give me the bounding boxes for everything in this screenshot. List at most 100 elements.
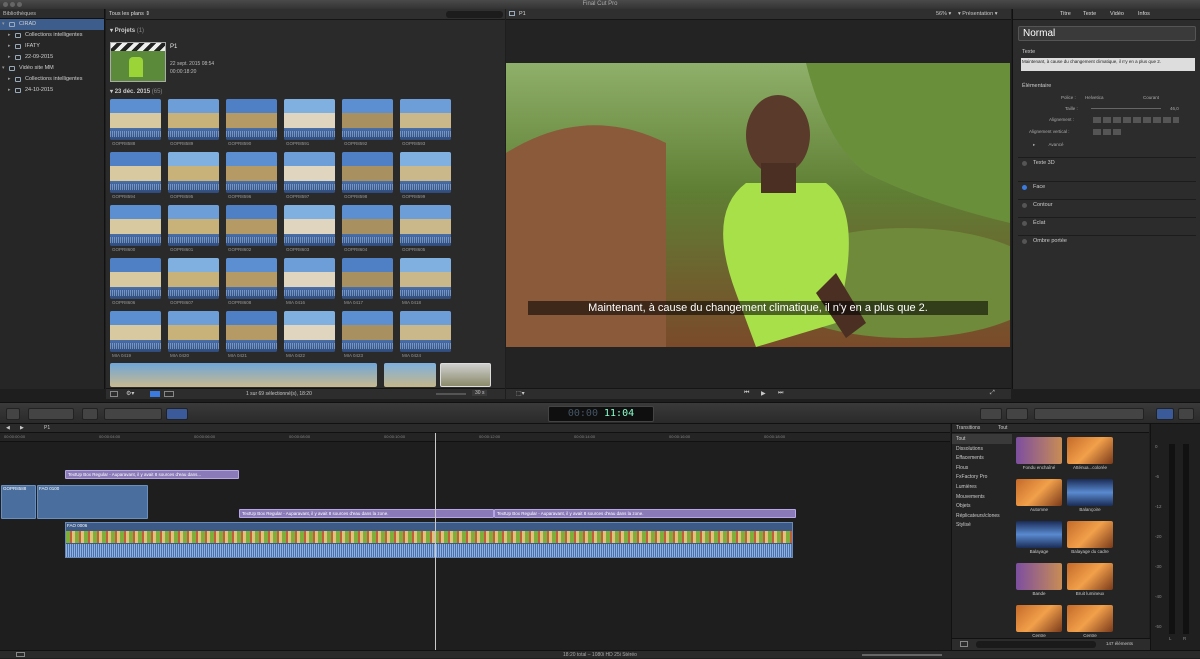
- transition-thumbnail[interactable]: [1016, 479, 1062, 506]
- inspector-toggle-icon[interactable]: [1156, 408, 1174, 420]
- video-frame[interactable]: Maintenant, à cause du changement climat…: [506, 63, 1010, 347]
- transition-thumbnail[interactable]: [1016, 563, 1062, 590]
- transition-category[interactable]: FxFactory Pro: [952, 472, 1012, 482]
- clip-thumbnail[interactable]: [342, 311, 393, 352]
- library-item[interactable]: ▸ IFATY: [0, 41, 104, 52]
- clip-thumbnail[interactable]: [226, 205, 277, 246]
- project-thumbnail[interactable]: [110, 42, 166, 82]
- face-enabled-icon[interactable]: [1022, 185, 1027, 190]
- text-preset-popup[interactable]: Normal: [1018, 26, 1196, 41]
- media-browsers-buttons[interactable]: [1034, 408, 1144, 420]
- transitions-filter[interactable]: Tout: [998, 424, 1007, 433]
- connected-clip[interactable]: FAO 0100: [37, 485, 148, 519]
- project-name[interactable]: P1: [170, 44, 177, 50]
- clip-thumbnail[interactable]: [342, 99, 393, 140]
- transition-thumbnail[interactable]: [1067, 563, 1113, 590]
- transition-thumbnail[interactable]: [1067, 437, 1113, 464]
- basic-section-header[interactable]: Élémentaire: [1022, 83, 1051, 89]
- section-face[interactable]: Face: [1018, 181, 1196, 192]
- disclosure-triangle-icon[interactable]: ▾: [2, 63, 5, 74]
- clip-thumbnail[interactable]: [168, 311, 219, 352]
- transition-category[interactable]: Lumières: [952, 482, 1012, 492]
- section-text-3d[interactable]: Texte 3D: [1018, 157, 1196, 168]
- section-drop-shadow[interactable]: Ombre portée: [1018, 235, 1196, 246]
- play-icon[interactable]: ▶: [761, 390, 766, 397]
- section-outline[interactable]: Contour: [1018, 199, 1196, 210]
- advanced-disclosure[interactable]: ▸ Avancé: [1033, 142, 1063, 148]
- clip-thumbnail[interactable]: [110, 152, 161, 193]
- clip-size-slider[interactable]: [436, 393, 466, 395]
- previous-edit-icon[interactable]: ⏮: [744, 390, 749, 397]
- filmstrip-clip[interactable]: [384, 363, 436, 387]
- font-style-popup[interactable]: Courant: [1143, 95, 1159, 100]
- filmstrip-clip[interactable]: [110, 363, 377, 387]
- clip-thumbnail[interactable]: [226, 152, 277, 193]
- clip-thumbnail[interactable]: [400, 258, 451, 299]
- size-slider[interactable]: [1091, 108, 1161, 109]
- playhead[interactable]: [435, 433, 436, 650]
- connected-clip[interactable]: GOPR8588: [1, 485, 36, 519]
- viewer-presentation-popup[interactable]: ▾ Présentation ▾: [958, 11, 997, 17]
- effects-tool-icon[interactable]: [980, 408, 1002, 420]
- clip-thumbnail[interactable]: [400, 99, 451, 140]
- transition-thumbnail[interactable]: [1016, 521, 1062, 548]
- clip-thumbnail[interactable]: [110, 99, 161, 140]
- alignment-buttons[interactable]: [1093, 117, 1179, 123]
- transition-thumbnail[interactable]: [1016, 605, 1062, 632]
- timeline-index-icon[interactable]: [16, 652, 25, 657]
- gear-icon[interactable]: ⚙▾: [126, 390, 134, 397]
- library-item[interactable]: ▾ CIRAD: [0, 19, 104, 30]
- sidebar-toggle-icon[interactable]: [960, 641, 968, 647]
- clip-thumbnail[interactable]: [342, 152, 393, 193]
- clip-thumbnail[interactable]: [400, 311, 451, 352]
- event-section-header[interactable]: ▾ 23 déc. 2015 (65): [110, 88, 162, 95]
- browser-search-field[interactable]: [446, 11, 503, 18]
- clip-thumbnail[interactable]: [342, 205, 393, 246]
- tab-video[interactable]: Vidéo: [1110, 11, 1124, 17]
- tab-title[interactable]: Titre: [1060, 11, 1071, 17]
- import-icon[interactable]: [6, 408, 20, 420]
- history-back-icon[interactable]: ◀: [6, 425, 10, 431]
- title-clip[interactable]: TextUp Box Regular - Auparavant, il y av…: [239, 509, 494, 518]
- clip-thumbnail[interactable]: [110, 205, 161, 246]
- tab-text[interactable]: Texte: [1083, 11, 1096, 17]
- font-popup[interactable]: Helvetica: [1085, 95, 1104, 100]
- clip-thumbnail[interactable]: [284, 152, 335, 193]
- transition-category[interactable]: Tout: [952, 434, 1012, 444]
- clip-thumbnail[interactable]: [284, 311, 335, 352]
- transition-category[interactable]: Flous: [952, 463, 1012, 473]
- title-clip[interactable]: TextUp Box Regular - Auparavant, il y av…: [65, 470, 239, 479]
- filmstrip-clip[interactable]: [440, 363, 491, 387]
- disclosure-triangle-icon[interactable]: ▾: [2, 19, 5, 30]
- minimize-window-icon[interactable]: [10, 2, 15, 7]
- transition-thumbnail[interactable]: [1067, 479, 1113, 506]
- clip-thumbnail[interactable]: [168, 205, 219, 246]
- clip-thumbnail[interactable]: [284, 99, 335, 140]
- share-icon[interactable]: [1178, 408, 1194, 420]
- transition-thumbnail[interactable]: [1016, 437, 1062, 464]
- clip-thumbnail[interactable]: [168, 152, 219, 193]
- clip-thumbnail[interactable]: [284, 205, 335, 246]
- transition-category[interactable]: Dissolutions: [952, 444, 1012, 454]
- disclosure-triangle-icon[interactable]: ▸: [8, 30, 11, 41]
- library-toggle-icon[interactable]: [110, 391, 118, 397]
- clip-thumbnail[interactable]: [110, 311, 161, 352]
- transition-category[interactable]: Réplicateurs/clones: [952, 511, 1012, 521]
- clip-thumbnail[interactable]: [226, 258, 277, 299]
- library-item[interactable]: ▸ Collections intelligentes: [0, 74, 104, 85]
- filmstrip-view-icon[interactable]: [150, 391, 160, 397]
- transition-thumbnail[interactable]: [1067, 605, 1113, 632]
- clip-filter-popup[interactable]: Tous les plans ⇕: [109, 11, 150, 17]
- clip-thumbnail[interactable]: [168, 99, 219, 140]
- zoom-window-icon[interactable]: [17, 2, 22, 7]
- vertical-alignment-buttons[interactable]: [1093, 129, 1123, 135]
- timeline-zoom-slider[interactable]: [862, 654, 942, 656]
- clip-thumbnail[interactable]: [168, 258, 219, 299]
- crop-transform-icon[interactable]: ⬚▾: [516, 390, 525, 397]
- timeline-ruler[interactable]: 00:00:00:00 00:00:04:00 00:00:06:00 00:00:0…: [0, 433, 950, 442]
- clip-thumbnail[interactable]: [400, 152, 451, 193]
- edit-buttons[interactable]: [104, 408, 162, 420]
- next-edit-icon[interactable]: ⏭: [778, 390, 783, 397]
- timecode-display[interactable]: 00:00 11:04: [548, 406, 654, 422]
- projects-section-header[interactable]: ▾ Projets (1): [110, 27, 144, 34]
